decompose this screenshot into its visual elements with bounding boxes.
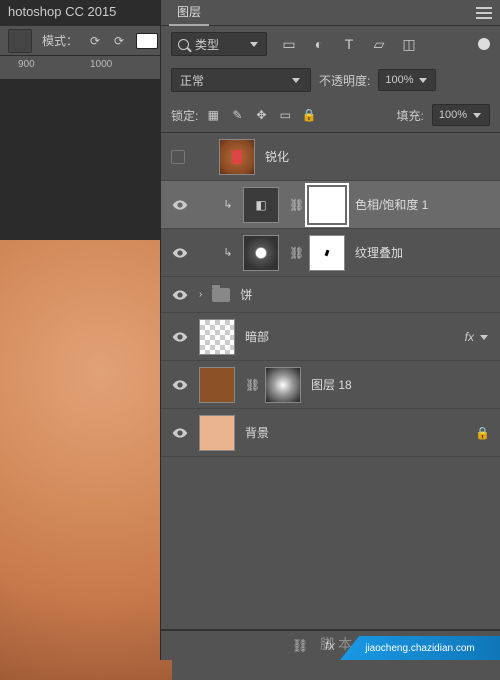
filter-label: 类型 <box>195 36 219 53</box>
lock-paint-icon[interactable]: ✎ <box>230 108 244 122</box>
filter-adjust-icon[interactable]: ◐ <box>311 36 327 52</box>
adjustment-thumbnail[interactable]: ◧ <box>243 187 279 223</box>
visibility-on-icon[interactable] <box>171 286 189 304</box>
options-icon-2[interactable]: ⟳ <box>112 34 126 48</box>
layer-effects-indicator[interactable]: fx <box>465 330 490 344</box>
opacity-label: 不透明度: <box>319 72 370 89</box>
chevron-down-icon <box>471 109 483 121</box>
layer-name[interactable]: 纹理叠加 <box>355 244 403 261</box>
app-title: hotoshop CC 2015 <box>8 4 116 19</box>
layer-name[interactable]: 饼 <box>240 286 252 303</box>
link-icon[interactable]: ⛓ <box>245 378 255 392</box>
layer-row[interactable]: 背景 🔒 <box>161 409 500 457</box>
fill-field[interactable]: 100% <box>432 104 490 126</box>
filter-shape-icon[interactable]: ▱ <box>371 36 387 52</box>
visibility-on-icon[interactable] <box>171 328 189 346</box>
panel-tab-bar: 图层 <box>161 0 500 26</box>
chevron-down-icon <box>478 331 490 343</box>
mask-thumbnail[interactable] <box>265 367 301 403</box>
canvas-image <box>0 240 172 680</box>
tool-preset-icon[interactable] <box>8 29 32 53</box>
fill-label: 填充: <box>397 107 424 124</box>
watermark-domain: jiaocheng.chazidian.com <box>365 643 475 654</box>
blend-mode-value: 正常 <box>180 72 204 89</box>
visibility-on-icon[interactable] <box>171 376 189 394</box>
layer-group-row[interactable]: › 饼 <box>161 277 500 313</box>
lock-all-icon[interactable]: 🔒 <box>302 108 316 122</box>
blend-row: 正常 不透明度: 100% <box>161 62 500 98</box>
filter-icon-group: ▭ ◐ T ▱ ◫ <box>281 36 417 52</box>
layer-name[interactable]: 色相/饱和度 1 <box>355 196 428 213</box>
layer-name[interactable]: 图层 18 <box>311 376 352 393</box>
lock-position-icon[interactable]: ✥ <box>254 108 268 122</box>
layer-row[interactable]: ⛓ 图层 18 <box>161 361 500 409</box>
clip-indicator-icon: ↳ <box>223 246 233 259</box>
layer-thumbnail[interactable] <box>219 139 255 175</box>
mask-thumbnail[interactable] <box>309 235 345 271</box>
canvas-area[interactable] <box>0 80 160 660</box>
tab-layers[interactable]: 图层 <box>169 0 209 26</box>
lock-artboard-icon[interactable]: ▭ <box>278 108 292 122</box>
filter-row: 类型 ▭ ◐ T ▱ ◫ <box>161 26 500 62</box>
filter-text-icon[interactable]: T <box>341 36 357 52</box>
layer-name[interactable]: 锐化 <box>265 148 289 165</box>
layer-list: 锐化 ↳ ◧ ⛓ 色相/饱和度 1 ↳ ⛓ 纹理叠加 › 饼 <box>161 132 500 630</box>
visibility-on-icon[interactable] <box>171 424 189 442</box>
layer-thumbnail[interactable] <box>243 235 279 271</box>
blend-mode-dropdown[interactable]: 正常 <box>171 68 311 92</box>
visibility-on-icon[interactable] <box>171 196 189 214</box>
filter-type-dropdown[interactable]: 类型 <box>171 32 267 56</box>
layer-thumbnail[interactable] <box>199 319 235 355</box>
layer-thumbnail[interactable] <box>199 367 235 403</box>
chevron-down-icon <box>290 74 302 86</box>
lock-icon: 🔒 <box>475 426 490 440</box>
link-layers-icon[interactable]: ⛓ <box>292 638 308 654</box>
options-icon-1[interactable]: ⟳ <box>88 34 102 48</box>
fill-value: 100% <box>439 109 467 121</box>
lock-label: 锁定: <box>171 107 198 124</box>
layer-thumbnail[interactable] <box>199 415 235 451</box>
visibility-off-icon[interactable] <box>171 150 185 164</box>
folder-icon <box>212 288 230 302</box>
link-icon[interactable]: ⛓ <box>289 198 299 212</box>
ruler-tick-900: 900 <box>18 59 35 70</box>
layer-row[interactable]: 暗部 fx <box>161 313 500 361</box>
chevron-down-icon <box>417 74 429 86</box>
search-icon <box>178 39 189 50</box>
group-collapse-icon[interactable]: › <box>199 289 202 300</box>
ruler-tick-1000: 1000 <box>90 59 112 70</box>
opacity-field[interactable]: 100% <box>378 69 436 91</box>
chevron-down-icon <box>248 38 260 50</box>
lock-transparency-icon[interactable]: ▦ <box>206 108 220 122</box>
filter-smart-icon[interactable]: ◫ <box>401 36 417 52</box>
watermark-banner: jiaocheng.chazidian.com <box>340 636 500 660</box>
layers-panel: 图层 类型 ▭ ◐ T ▱ ◫ 正常 不透明度: 100% 锁定: <box>160 0 500 660</box>
lock-row: 锁定: ▦ ✎ ✥ ▭ 🔒 填充: 100% <box>161 98 500 132</box>
layer-row[interactable]: 锐化 <box>161 133 500 181</box>
mode-label: 模式： <box>42 32 78 49</box>
options-swatch[interactable] <box>136 33 158 49</box>
panel-menu-icon[interactable] <box>476 7 492 19</box>
visibility-on-icon[interactable] <box>171 244 189 262</box>
opacity-value: 100% <box>385 74 413 86</box>
layer-row[interactable]: ↳ ⛓ 纹理叠加 <box>161 229 500 277</box>
mask-thumbnail-selected[interactable] <box>309 187 345 223</box>
layer-name[interactable]: 背景 <box>245 424 269 441</box>
fx-label: fx <box>465 330 474 344</box>
clip-indicator-icon: ↳ <box>223 198 233 211</box>
layer-row-selected[interactable]: ↳ ◧ ⛓ 色相/饱和度 1 <box>161 181 500 229</box>
lock-buttons: ▦ ✎ ✥ ▭ 🔒 <box>206 108 316 122</box>
filter-toggle-dot[interactable] <box>478 38 490 50</box>
filter-pixel-icon[interactable]: ▭ <box>281 36 297 52</box>
layer-name[interactable]: 暗部 <box>245 328 269 345</box>
link-icon[interactable]: ⛓ <box>289 246 299 260</box>
